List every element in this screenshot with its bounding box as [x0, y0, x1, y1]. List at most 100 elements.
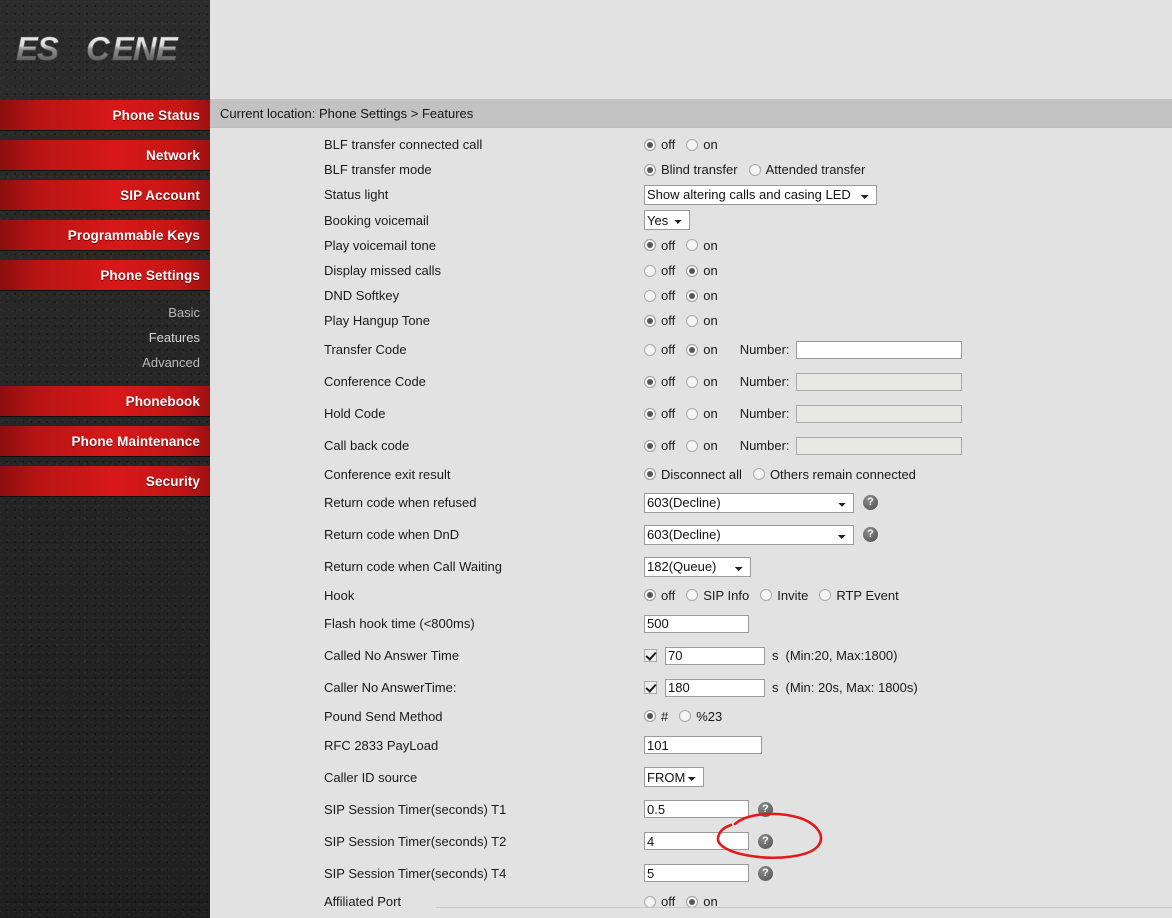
help-icon[interactable]: ?: [758, 833, 773, 849]
pound-send-method-percent23[interactable]: %23: [679, 709, 729, 724]
radio-icon[interactable]: [644, 710, 656, 723]
hook-off[interactable]: off: [644, 588, 682, 603]
radio-icon[interactable]: [748, 163, 761, 176]
row-called-no-answer-time: Called No Answer Time s (Min:20, Max:180…: [210, 640, 1172, 672]
flash-hook-time-input[interactable]: [644, 614, 749, 633]
radio-icon[interactable]: [686, 138, 699, 151]
row-return-code-dnd: Return code when DnD 603(Decline) ?: [210, 519, 1172, 551]
rfc2833-payload-input[interactable]: [644, 736, 762, 755]
hook-sip-info[interactable]: SIP Info: [686, 588, 756, 603]
called-no-answer-time-checkbox[interactable]: [644, 649, 657, 663]
radio-icon[interactable]: [644, 439, 656, 452]
range-hint: (Min: 20s, Max: 1800s): [785, 680, 918, 696]
help-icon[interactable]: ?: [863, 527, 878, 543]
play-hangup-tone-on[interactable]: on: [686, 313, 724, 328]
called-no-answer-time-input[interactable]: [665, 646, 765, 665]
caller-no-answer-time-input[interactable]: [665, 678, 765, 697]
transfer-code-off[interactable]: off: [644, 342, 682, 357]
caller-no-answer-time-checkbox[interactable]: [644, 681, 657, 695]
row-pound-send-method: Pound Send Method # %23: [210, 704, 1172, 729]
radio-icon[interactable]: [644, 264, 656, 277]
radio-icon[interactable]: [644, 375, 656, 388]
number-label: Number:: [739, 438, 790, 453]
radio-icon[interactable]: [644, 343, 656, 356]
conference-code-on[interactable]: on: [686, 374, 724, 389]
radio-icon[interactable]: [686, 895, 699, 908]
caller-id-source-select[interactable]: FROM: [644, 767, 704, 788]
blf-transfer-mode-attended[interactable]: Attended transfer: [748, 162, 873, 177]
radio-label: on: [703, 438, 718, 453]
conference-exit-others-remain[interactable]: Others remain connected: [752, 467, 923, 482]
radio-icon[interactable]: [644, 407, 656, 420]
sidebar-item-network[interactable]: Network: [0, 140, 210, 170]
dnd-softkey-off[interactable]: off: [644, 288, 682, 303]
pound-send-method-hash[interactable]: #: [644, 709, 675, 724]
hook-rtp-event[interactable]: RTP Event: [819, 588, 905, 603]
field-label: Conference exit result: [324, 466, 451, 482]
help-icon[interactable]: ?: [758, 801, 773, 817]
radio-icon[interactable]: [686, 314, 699, 327]
status-light-select[interactable]: Show altering calls and casing LED: [644, 184, 877, 205]
radio-icon[interactable]: [644, 138, 656, 151]
hold-code-on[interactable]: on: [686, 406, 724, 421]
return-code-call-waiting-select[interactable]: 182(Queue): [644, 556, 751, 577]
row-return-code-call-waiting: Return code when Call Waiting 182(Queue): [210, 551, 1172, 583]
radio-icon[interactable]: [686, 589, 699, 602]
radio-icon[interactable]: [644, 239, 656, 252]
display-missed-calls-off[interactable]: off: [644, 263, 682, 278]
transfer-code-number-input[interactable]: [795, 340, 962, 359]
play-voicemail-tone-on[interactable]: on: [686, 238, 724, 253]
display-missed-calls-on[interactable]: on: [686, 263, 724, 278]
help-icon[interactable]: ?: [863, 495, 878, 511]
sidebar-subitem-basic[interactable]: Basic: [0, 300, 210, 325]
radio-icon[interactable]: [644, 163, 656, 176]
radio-icon[interactable]: [752, 468, 765, 481]
sidebar-item-programmable-keys[interactable]: Programmable Keys: [0, 220, 210, 250]
radio-icon[interactable]: [686, 407, 699, 420]
radio-icon[interactable]: [686, 375, 699, 388]
call-back-code-on[interactable]: on: [686, 438, 724, 453]
hook-invite[interactable]: Invite: [760, 588, 815, 603]
conference-code-off[interactable]: off: [644, 374, 682, 389]
radio-icon[interactable]: [644, 289, 656, 302]
sidebar-item-security[interactable]: Security: [0, 466, 210, 496]
sidebar-subitem-advanced[interactable]: Advanced: [0, 350, 210, 375]
conference-exit-disconnect-all[interactable]: Disconnect all: [644, 467, 749, 482]
dnd-softkey-on[interactable]: on: [686, 288, 724, 303]
number-label: Number:: [739, 342, 790, 357]
hold-code-off[interactable]: off: [644, 406, 682, 421]
radio-icon[interactable]: [644, 895, 656, 908]
return-code-dnd-select[interactable]: 603(Decline): [644, 524, 854, 545]
play-voicemail-tone-off[interactable]: off: [644, 238, 682, 253]
escene-logo: ES C ENE: [16, 28, 180, 67]
sidebar-item-phone-maintenance[interactable]: Phone Maintenance: [0, 426, 210, 456]
sidebar-item-sip-account[interactable]: SIP Account: [0, 180, 210, 210]
blf-transfer-connected-call-on[interactable]: on: [686, 137, 724, 152]
sip-timer-t4-input[interactable]: [644, 864, 749, 883]
radio-icon[interactable]: [686, 439, 699, 452]
blf-transfer-connected-call-off[interactable]: off: [644, 137, 682, 152]
booking-voicemail-select[interactable]: Yes: [644, 210, 690, 231]
radio-icon[interactable]: [686, 264, 699, 277]
blf-transfer-mode-blind[interactable]: Blind transfer: [644, 162, 745, 177]
radio-icon[interactable]: [686, 239, 699, 252]
sidebar-item-phonebook[interactable]: Phonebook: [0, 386, 210, 416]
radio-icon[interactable]: [644, 314, 656, 327]
radio-icon[interactable]: [644, 589, 656, 602]
sip-timer-t2-input[interactable]: [644, 832, 749, 851]
play-hangup-tone-off[interactable]: off: [644, 313, 682, 328]
radio-icon[interactable]: [686, 343, 699, 356]
radio-icon[interactable]: [760, 589, 773, 602]
call-back-code-off[interactable]: off: [644, 438, 682, 453]
return-code-refused-select[interactable]: 603(Decline): [644, 492, 854, 513]
transfer-code-on[interactable]: on: [686, 342, 724, 357]
sidebar-item-phone-status[interactable]: Phone Status: [0, 100, 210, 130]
radio-icon[interactable]: [644, 468, 656, 481]
sidebar-item-phone-settings[interactable]: Phone Settings: [0, 260, 210, 290]
sidebar-subitem-features[interactable]: Features: [0, 325, 210, 350]
radio-icon[interactable]: [679, 710, 692, 723]
help-icon[interactable]: ?: [758, 865, 773, 881]
sip-timer-t1-input[interactable]: [644, 800, 749, 819]
radio-icon[interactable]: [819, 589, 832, 602]
radio-icon[interactable]: [686, 289, 699, 302]
